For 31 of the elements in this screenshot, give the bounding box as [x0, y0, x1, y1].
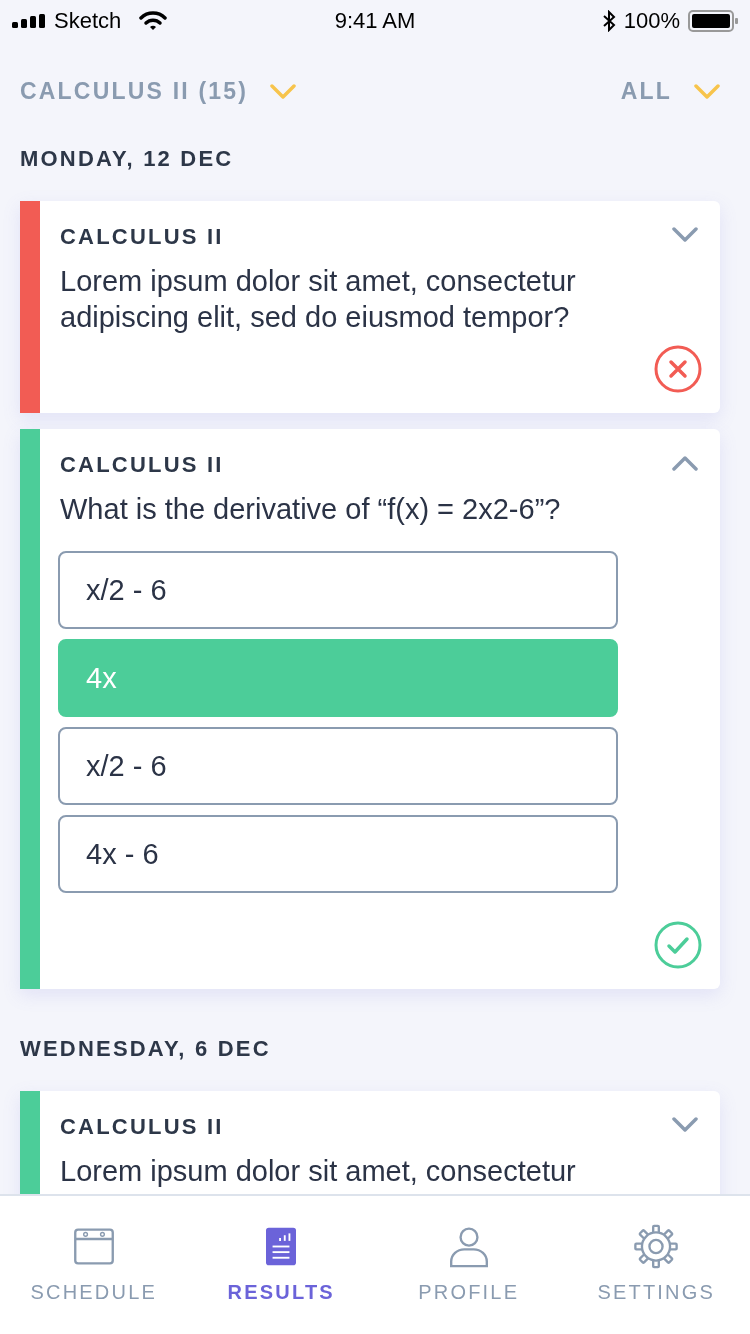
tab-item[interactable]: PROFILE [375, 1224, 563, 1304]
chevron-up-icon [672, 455, 698, 471]
settings-icon [632, 1224, 681, 1269]
question-text: Lorem ipsum dolor sit amet, consectetur adipiscing elit, sed do eiusmod tempor? [60, 264, 577, 335]
subject-label: CALCULUS II [60, 451, 224, 479]
filter-dropdown[interactable]: ALL [620, 78, 720, 105]
answer-option[interactable]: 4x - 6 [58, 815, 618, 893]
chevron-down-icon [672, 227, 698, 243]
tab-item[interactable]: RESULTS [187, 1224, 375, 1304]
answer-option[interactable]: x/2 - 6 [58, 727, 618, 805]
filter-dropdown[interactable]: CALCULUS II (15) [20, 78, 297, 105]
question-text: Lorem ipsum dolor sit amet, consectetur [60, 1154, 577, 1189]
battery-icon [688, 10, 738, 32]
wifi-icon [139, 11, 168, 31]
clock-time: 9:41 AM [334, 8, 416, 34]
chevron-down-icon [672, 1117, 698, 1133]
date-heading: MONDAY, 12 DEC [20, 146, 234, 171]
question-text: What is the derivative of “f(x) = 2x2-6”? [60, 492, 562, 527]
battery-percent: 100% [623, 8, 680, 34]
answer-option[interactable]: x/2 - 6 [58, 551, 618, 629]
signal-icon [12, 14, 46, 28]
subject-label: CALCULUS II [60, 223, 224, 251]
date-heading: WEDNESDAY, 6 DEC [20, 1036, 271, 1061]
answer-option[interactable]: 4x [58, 639, 618, 717]
subject-label: CALCULUS II [60, 1113, 224, 1141]
tab-item[interactable]: SETTINGS [562, 1224, 750, 1304]
tab-item[interactable]: SCHEDULE [0, 1224, 188, 1304]
bluetooth-icon [601, 10, 616, 32]
carrier-name: Sketch [54, 8, 122, 34]
chevron-down-icon [270, 83, 297, 100]
chevron-down-icon [694, 83, 720, 100]
